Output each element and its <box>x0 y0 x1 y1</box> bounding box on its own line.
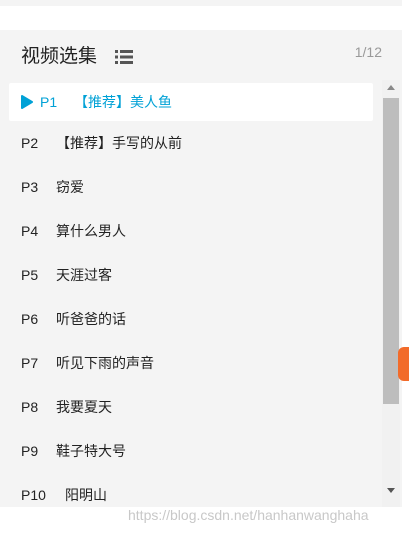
episode-item-p8[interactable]: P8 我要夏天 <box>0 385 382 429</box>
episode-item-p3[interactable]: P3 窃爱 <box>0 165 382 209</box>
episode-item-p6[interactable]: P6 听爸爸的话 <box>0 297 382 341</box>
episode-number: P5 <box>21 267 39 283</box>
top-strip <box>0 0 402 6</box>
play-icon <box>21 95 33 109</box>
episode-name: 我要夏天 <box>56 399 112 415</box>
episode-name: 阳明山 <box>65 487 107 503</box>
episode-number: P4 <box>21 223 39 239</box>
episode-panel-title: 视频选集 <box>21 46 98 67</box>
episode-number: P1 <box>40 94 58 110</box>
episode-item-p1[interactable]: P1 【推荐】美人鱼 <box>9 83 373 121</box>
episode-name: 听见下雨的声音 <box>56 355 154 371</box>
episode-header: 视频选集 1/12 <box>0 30 402 80</box>
episode-name: 天涯过客 <box>56 267 112 283</box>
episode-name: 鞋子特大号 <box>56 443 126 459</box>
episode-item-p4[interactable]: P4 算什么男人 <box>0 209 382 253</box>
watermark: https://blog.csdn.net/hanhanwanghaha <box>128 507 369 523</box>
episode-panel: 视频选集 1/12 P1 【推荐】美人鱼 P2 【推荐】手写的从前 P3 窃爱 <box>0 30 402 507</box>
scrollbar-thumb[interactable] <box>383 98 399 404</box>
episode-name: 算什么男人 <box>56 223 126 239</box>
episode-number: P9 <box>21 443 39 459</box>
episode-number: P2 <box>21 135 39 151</box>
episode-name: 【推荐】手写的从前 <box>56 135 182 151</box>
episode-list: P1 【推荐】美人鱼 P2 【推荐】手写的从前 P3 窃爱 P4 算什么男人 P… <box>0 80 382 507</box>
scroll-up-arrow-icon[interactable] <box>387 85 395 90</box>
episode-number: P10 <box>21 487 46 503</box>
episode-number: P6 <box>21 311 39 327</box>
episode-item-p2[interactable]: P2 【推荐】手写的从前 <box>0 121 382 165</box>
episode-item-p10[interactable]: P10 阳明山 <box>0 473 382 507</box>
scroll-down-arrow-icon[interactable] <box>387 488 395 493</box>
episode-list-scrollbar[interactable] <box>382 80 400 507</box>
episode-name: 听爸爸的话 <box>56 311 126 327</box>
episode-counter: 1/12 <box>354 44 382 60</box>
episode-item-p5[interactable]: P5 天涯过客 <box>0 253 382 297</box>
episode-name: 窃爱 <box>56 179 84 195</box>
episode-number: P8 <box>21 399 39 415</box>
episode-item-p7[interactable]: P7 听见下雨的声音 <box>0 341 382 385</box>
list-icon[interactable] <box>115 50 133 64</box>
episode-number: P7 <box>21 355 39 371</box>
episode-name: 【推荐】美人鱼 <box>74 94 172 110</box>
side-widget-peek[interactable] <box>398 347 409 381</box>
episode-number: P3 <box>21 179 39 195</box>
episode-item-p9[interactable]: P9 鞋子特大号 <box>0 429 382 473</box>
